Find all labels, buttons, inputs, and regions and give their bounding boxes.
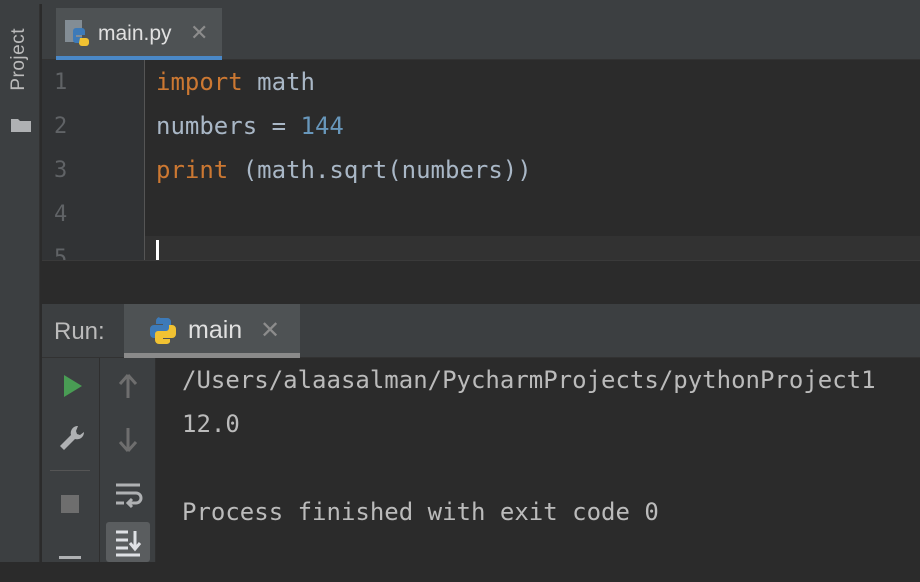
run-tab-close-icon[interactable]: ✕ [260, 316, 280, 345]
run-label: Run: [54, 318, 105, 345]
run-tab-label: main [188, 316, 243, 344]
arrow-down-icon[interactable] [108, 420, 148, 460]
line-number: 4 [54, 202, 68, 227]
python-icon [150, 317, 176, 344]
python-file-icon [65, 20, 89, 46]
toolbar-separator [50, 470, 90, 471]
code-line[interactable]: numbers = 144 [156, 112, 344, 140]
project-tool-label: Project [8, 28, 29, 91]
more-options-icon[interactable] [50, 542, 90, 582]
stop-icon[interactable] [50, 484, 90, 524]
console-line: /Users/alaasalman/PycharmProjects/python… [182, 366, 876, 394]
line-number: 2 [54, 114, 68, 139]
folder-icon [11, 119, 31, 132]
run-tab-main[interactable]: main ✕ [124, 304, 300, 358]
code-token: 144 [300, 112, 344, 140]
run-console-output[interactable]: /Users/alaasalman/PycharmProjects/python… [156, 358, 920, 562]
code-token: import [156, 68, 243, 96]
console-line: 12.0 [182, 410, 240, 438]
project-tool-button[interactable]: Project [0, 12, 40, 132]
tab-close-icon[interactable]: ✕ [190, 20, 208, 46]
code-token: (math.sqrt(numbers)) [228, 156, 532, 184]
line-number: 3 [54, 158, 68, 183]
editor-bottom-spacer [42, 260, 920, 305]
tab-label: main.py [98, 22, 172, 45]
run-toolbar-secondary [100, 358, 156, 562]
code-line[interactable]: import math [156, 68, 315, 96]
rerun-play-icon[interactable] [52, 366, 92, 406]
text-caret [156, 240, 159, 260]
run-toolbar-primary [42, 358, 100, 562]
arrow-up-icon[interactable] [108, 366, 148, 406]
code-editor[interactable]: 1 import math 2 numbers = 144 3 print (math.s… [42, 60, 920, 260]
console-line: Process finished with exit code 0 [182, 498, 659, 526]
gutter-separator [144, 60, 145, 260]
code-token: numbers = [156, 112, 301, 140]
run-tool-window-header: Run: main ✕ [42, 304, 920, 358]
line-number: 1 [54, 70, 68, 95]
line-number: 5 [54, 246, 68, 260]
code-token: math [242, 68, 315, 96]
wrench-icon[interactable] [52, 418, 92, 458]
code-token: print [156, 156, 229, 184]
left-tool-strip: Project [0, 4, 40, 562]
scroll-to-end-icon[interactable] [108, 522, 148, 562]
current-line-highlight [145, 236, 920, 260]
soft-wrap-icon[interactable] [108, 474, 148, 514]
tab-main-py[interactable]: main.py ✕ [56, 8, 222, 60]
code-line[interactable]: print (math.sqrt(numbers)) [156, 156, 532, 184]
editor-tab-bar: main.py ✕ [42, 4, 920, 60]
